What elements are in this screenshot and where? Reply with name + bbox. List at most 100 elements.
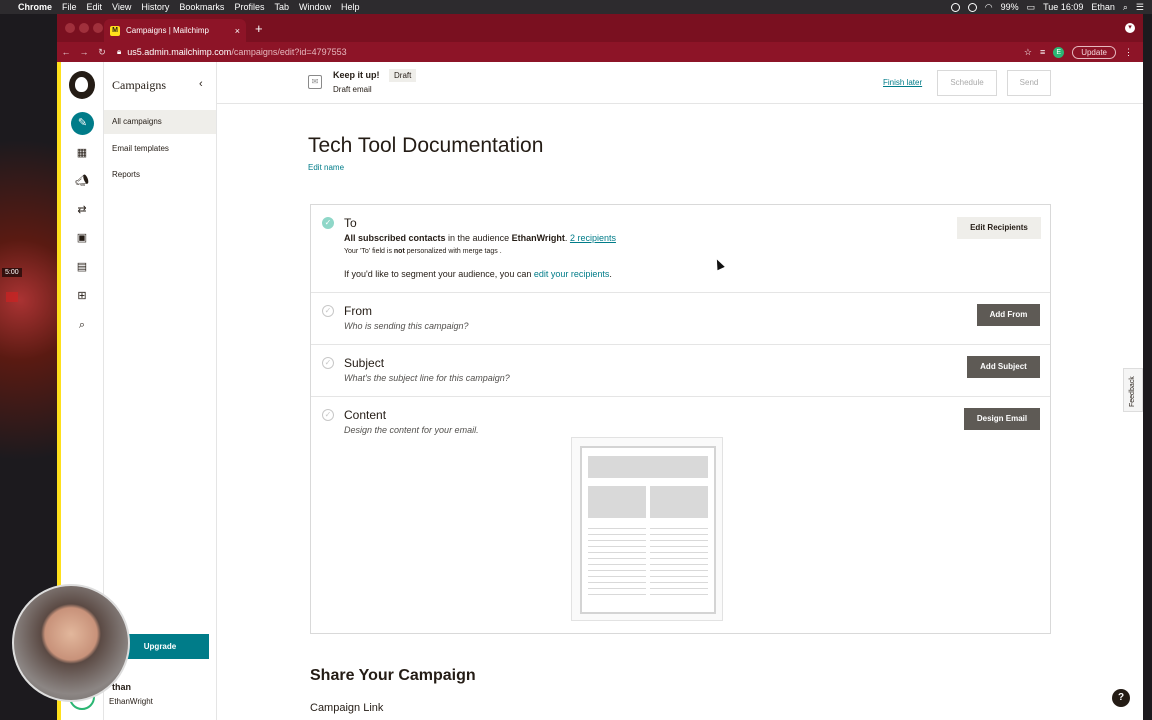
recipients-link[interactable]: 2 recipients — [570, 233, 616, 243]
envelope-icon: ✉ — [308, 75, 322, 89]
tab-strip: M Campaigns | Mailchimp × + ▾ — [57, 14, 1143, 42]
account-org[interactable]: EthanWright — [109, 697, 153, 706]
menu-bookmarks[interactable]: Bookmarks — [179, 2, 224, 12]
header-message: Keep it up! — [333, 70, 380, 80]
menu-app-chrome[interactable]: Chrome — [18, 2, 52, 12]
menu-history[interactable]: History — [141, 2, 169, 12]
bluetooth-icon[interactable] — [967, 2, 977, 12]
campaign-link-label: Campaign Link — [310, 702, 384, 714]
to-note-suffix: personalized with merge tags . — [404, 248, 502, 255]
new-tab-icon[interactable]: + — [255, 22, 263, 35]
browser-toolbar: ← → ↻ 🔒︎ us5.admin.mailchimp.com/campaig… — [57, 42, 1143, 62]
subject-hint: What's the subject line for this campaig… — [344, 373, 510, 383]
to-note-prefix: Your 'To' field is — [344, 248, 394, 255]
design-email-button[interactable]: Design Email — [964, 408, 1040, 430]
edit-name-link[interactable]: Edit name — [308, 163, 344, 172]
to-segment-prefix: If you'd like to segment your audience, … — [344, 269, 534, 279]
browser-window: M Campaigns | Mailchimp × + ▾ ← → ↻ 🔒︎ u… — [57, 14, 1143, 720]
menu-window[interactable]: Window — [299, 2, 331, 12]
window-zoom-button[interactable] — [93, 23, 103, 33]
mailchimp-logo-icon[interactable] — [69, 71, 95, 99]
tab-search-icon[interactable]: ▾ — [1125, 23, 1135, 33]
audience-icon[interactable]: ▦ — [75, 146, 89, 160]
schedule-button[interactable]: Schedule — [937, 70, 997, 96]
to-segment-period: . — [609, 269, 612, 279]
profile-avatar[interactable]: E — [1053, 46, 1065, 58]
send-button[interactable]: Send — [1007, 70, 1051, 96]
lock-icon[interactable]: 🔒︎ — [117, 47, 121, 57]
menu-profiles[interactable]: Profiles — [234, 2, 264, 12]
preview-text-lines-left — [588, 528, 646, 600]
subnav-item-reports[interactable]: Reports — [104, 163, 216, 187]
feedback-label: Feedback — [1129, 376, 1136, 407]
add-subject-button[interactable]: Add Subject — [967, 356, 1040, 378]
check-pending-icon: ✓ — [322, 357, 334, 369]
email-preview-thumbnail[interactable] — [571, 437, 723, 621]
forward-icon[interactable]: → — [75, 47, 93, 57]
menubar-clock[interactable]: Tue 16:09 — [1043, 2, 1083, 12]
menubar-status-area: ◠ 99% ▭ Tue 16:09 Ethan ⌕ ☰ — [950, 2, 1144, 13]
finish-later-link[interactable]: Finish later — [883, 78, 922, 87]
menu-tab[interactable]: Tab — [274, 2, 289, 12]
to-summary: All subscribed contacts in the audience … — [344, 233, 616, 243]
wifi-icon[interactable]: ◠ — [985, 2, 993, 13]
window-minimize-button[interactable] — [79, 23, 89, 33]
reload-icon[interactable]: ↻ — [93, 47, 111, 58]
create-pencil-icon[interactable]: ✎ — [71, 112, 94, 135]
check-pending-icon: ✓ — [322, 409, 334, 421]
tab-close-icon[interactable]: × — [235, 26, 240, 36]
to-personalization-note: Your 'To' field is not personalized with… — [344, 248, 502, 255]
content-label: Content — [344, 408, 387, 422]
campaign-checklist: ✓ To All subscribed contacts in the audi… — [310, 204, 1051, 634]
campaign-editor: ✉ Keep it up! Draft Draft email Finish l… — [217, 62, 1143, 720]
to-note-bold: not — [393, 248, 405, 255]
back-icon[interactable]: ← — [57, 47, 75, 57]
content-studio-icon[interactable]: ▤ — [75, 260, 89, 274]
to-segment-text: If you'd like to segment your audience, … — [344, 269, 612, 279]
content-hint: Design the content for your email. — [344, 425, 479, 435]
subnav-title: Campaigns — [112, 78, 166, 92]
automations-icon[interactable]: ⇄ — [75, 203, 89, 217]
kebab-menu-icon[interactable]: ⋮ — [1124, 47, 1133, 58]
reading-list-icon[interactable]: ≡ — [1040, 47, 1045, 57]
desktop-clock-overlay: 5:00 — [2, 268, 22, 277]
integrations-grid-icon[interactable]: ⊞ — [75, 289, 89, 303]
check-pending-icon: ✓ — [322, 305, 334, 317]
mailchimp-page: ✎ ▦ 📣︎ ⇄ ▣ ▤ ⊞ ⌕ Campaigns ‹ All campaig… — [57, 62, 1143, 720]
feedback-tab[interactable]: Feedback — [1123, 368, 1143, 412]
campaigns-megaphone-icon[interactable]: 📣︎ — [75, 174, 89, 188]
control-center-icon[interactable]: ☰ — [1136, 2, 1144, 13]
menu-view[interactable]: View — [112, 2, 131, 12]
tab-title: Campaigns | Mailchimp — [126, 26, 209, 35]
edit-recipients-button[interactable]: Edit Recipients — [957, 217, 1041, 239]
help-button[interactable]: ? — [1112, 689, 1130, 707]
to-audience-prefix: in the audience — [445, 233, 512, 243]
subnav-item-email-templates[interactable]: Email templates — [104, 137, 216, 161]
subnav-item-all-campaigns[interactable]: All campaigns — [104, 110, 216, 134]
search-icon[interactable]: ⌕ — [75, 318, 89, 332]
chrome-update-button[interactable]: Update — [1072, 45, 1116, 59]
menu-file[interactable]: File — [62, 2, 77, 12]
bookmark-star-icon[interactable]: ☆ — [1024, 47, 1032, 58]
status-badge: Draft — [389, 69, 417, 82]
account-name[interactable]: than — [112, 682, 131, 692]
edit-recipients-link[interactable]: edit your recipients — [534, 269, 610, 279]
spotlight-icon[interactable]: ⌕ — [1123, 2, 1128, 13]
menubar-user[interactable]: Ethan — [1091, 2, 1115, 12]
from-hint: Who is sending this campaign? — [344, 321, 469, 331]
menu-edit[interactable]: Edit — [87, 2, 103, 12]
checklist-row-subject: ✓ Subject What's the subject line for th… — [311, 345, 1050, 397]
address-bar[interactable]: us5.admin.mailchimp.com/campaigns/edit?i… — [127, 47, 346, 57]
campaign-title: Tech Tool Documentation — [308, 134, 544, 157]
header-subtitle: Draft email — [333, 85, 372, 94]
camera-icon[interactable] — [950, 2, 960, 12]
window-close-button[interactable] — [65, 23, 75, 33]
add-from-button[interactable]: Add From — [977, 304, 1040, 326]
menu-help[interactable]: Help — [341, 2, 360, 12]
browser-tab-campaigns[interactable]: M Campaigns | Mailchimp × — [104, 19, 246, 42]
battery-icon[interactable]: ▭ — [1027, 2, 1036, 13]
website-icon[interactable]: ▣ — [75, 231, 89, 245]
checklist-row-from: ✓ From Who is sending this campaign? Add… — [311, 293, 1050, 345]
battery-percent[interactable]: 99% — [1001, 2, 1019, 12]
collapse-chevron-icon[interactable]: ‹ — [199, 78, 203, 90]
